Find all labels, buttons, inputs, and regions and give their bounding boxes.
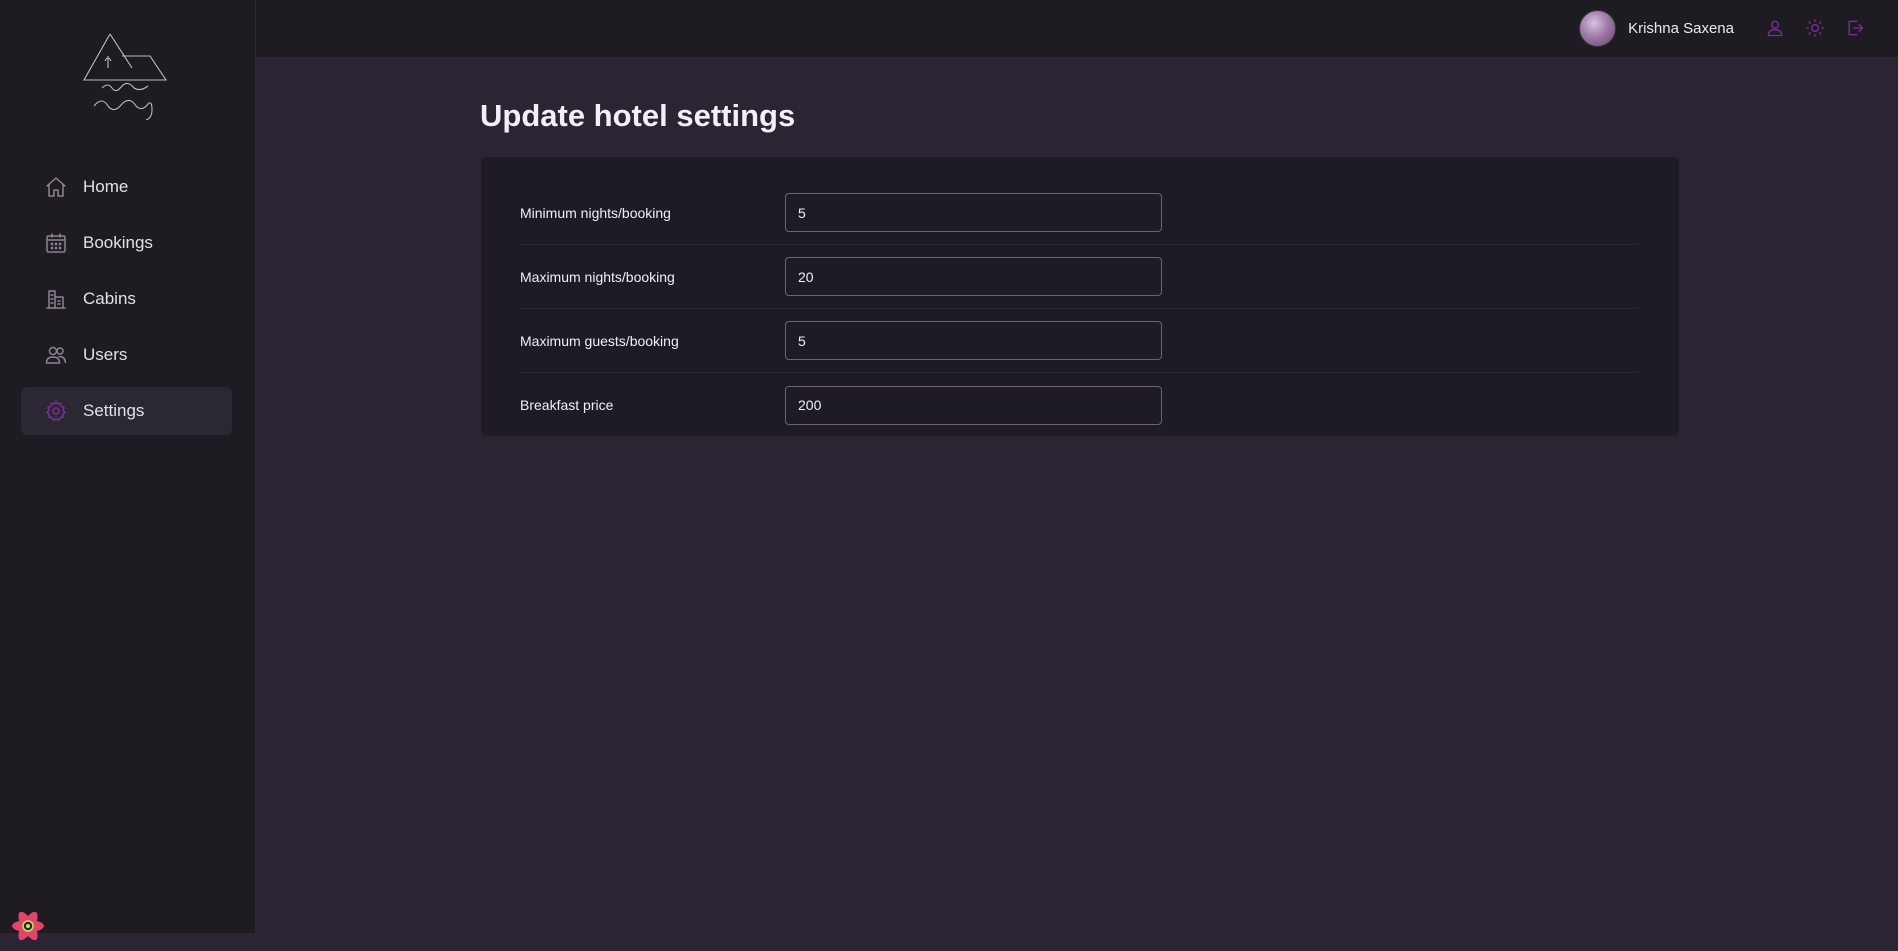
calendar-icon — [43, 230, 69, 256]
header-actions — [1762, 14, 1868, 42]
building-icon — [43, 286, 69, 312]
form-row-breakfast-price: Breakfast price — [520, 373, 1638, 437]
form-row-min-nights: Minimum nights/booking — [520, 181, 1638, 245]
max-nights-label: Maximum nights/booking — [520, 268, 675, 285]
user-icon[interactable] — [1762, 14, 1788, 42]
users-icon — [43, 342, 69, 368]
sidebar-item-home[interactable]: Home — [21, 163, 232, 211]
max-guests-input[interactable] — [785, 321, 1162, 360]
page-title: Update hotel settings — [480, 98, 796, 133]
user-info[interactable]: Krishna Saxena — [1579, 9, 1734, 47]
sidebar-item-label: Settings — [83, 401, 145, 420]
sidebar: Home Bookings Cabins Users Settings — [0, 0, 256, 941]
sidebar-item-label: Bookings — [83, 233, 153, 252]
sun-icon[interactable] — [1802, 14, 1828, 42]
sidebar-item-users[interactable]: Users — [21, 331, 232, 379]
sidebar-item-bookings[interactable]: Bookings — [21, 219, 232, 267]
max-nights-input[interactable] — [785, 257, 1162, 296]
min-nights-input[interactable] — [785, 193, 1162, 232]
home-icon — [43, 174, 69, 200]
user-name: Krishna Saxena — [1628, 19, 1734, 37]
max-guests-label: Maximum guests/booking — [520, 332, 679, 349]
gear-icon — [43, 398, 69, 424]
avatar[interactable] — [1579, 9, 1617, 47]
breakfast-price-label: Breakfast price — [520, 397, 614, 413]
form-row-max-nights: Maximum nights/booking — [520, 245, 1638, 309]
sidebar-item-label: Home — [83, 177, 129, 196]
breakfast-price-input[interactable] — [785, 385, 1162, 425]
top-header: Krishna Saxena — [256, 0, 1898, 57]
sidebar-item-label: Cabins — [83, 289, 136, 308]
sidebar-item-settings[interactable]: Settings — [21, 387, 232, 435]
home-away-logo[interactable] — [80, 28, 176, 121]
form-row-max-guests: Maximum guests/booking — [520, 309, 1638, 373]
logout-icon[interactable] — [1842, 14, 1868, 42]
sidebar-item-cabins[interactable]: Cabins — [21, 275, 232, 323]
sidebar-nav: Home Bookings Cabins Users Settings — [21, 163, 232, 443]
min-nights-label: Minimum nights/booking — [520, 204, 671, 221]
settings-form: Minimum nights/booking Maximum nights/bo… — [481, 157, 1679, 436]
react-devtools-icon[interactable] — [8, 906, 48, 946]
sidebar-item-label: Users — [83, 345, 128, 364]
